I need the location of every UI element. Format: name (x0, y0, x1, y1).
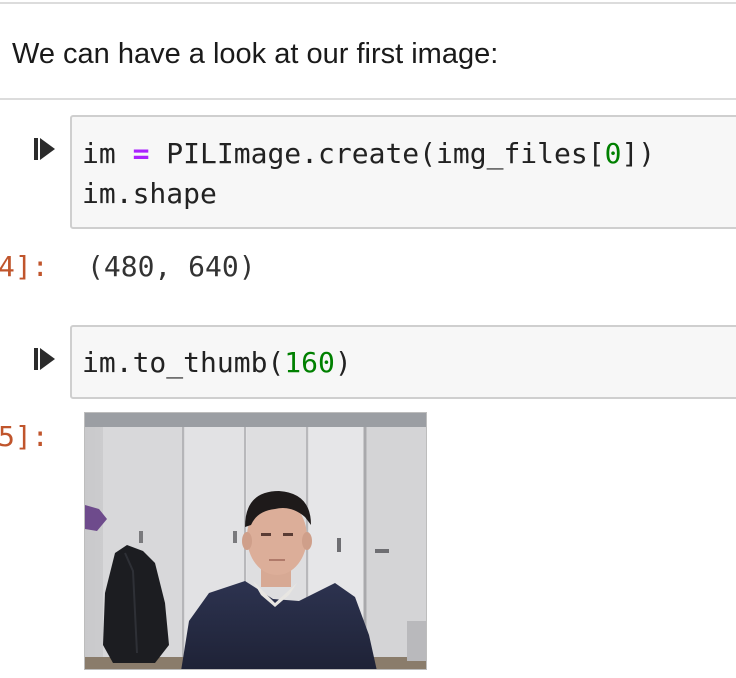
output-text: (480, 640) (87, 250, 256, 283)
code-input-cell-1[interactable]: im = PILImage.create(img_files[0]) im.sh… (70, 115, 736, 229)
output-prompt: 5]: (0, 420, 49, 453)
notebook-page: We can have a look at our first image: i… (0, 0, 736, 678)
code-token: 0 (604, 137, 622, 170)
output-image (84, 412, 427, 670)
code-token: im (82, 137, 133, 170)
code-line: im = PILImage.create(img_files[0]) (82, 137, 655, 170)
code-input-cell-2[interactable]: im.to_thumb(160) (70, 325, 736, 399)
code-token: PILImage.create(img_files[ (149, 137, 605, 170)
code-token: ]) (621, 137, 656, 170)
run-cell-icon[interactable] (33, 346, 57, 372)
run-cell-icon[interactable] (33, 136, 57, 162)
code-token: im.to_thumb( (82, 346, 285, 379)
markdown-cell[interactable]: We can have a look at our first image: (0, 2, 736, 100)
code-line: im.shape (82, 177, 217, 210)
code-token: = (132, 137, 150, 170)
code-token: ) (334, 346, 352, 379)
code-token: im.shape (82, 177, 217, 210)
markdown-text: We can have a look at our first image: (12, 38, 499, 70)
code-line: im.to_thumb(160) (82, 346, 352, 379)
output-image-drawing (85, 413, 426, 669)
output-prompt: 4]: (0, 250, 49, 283)
code-token: 160 (284, 346, 335, 379)
